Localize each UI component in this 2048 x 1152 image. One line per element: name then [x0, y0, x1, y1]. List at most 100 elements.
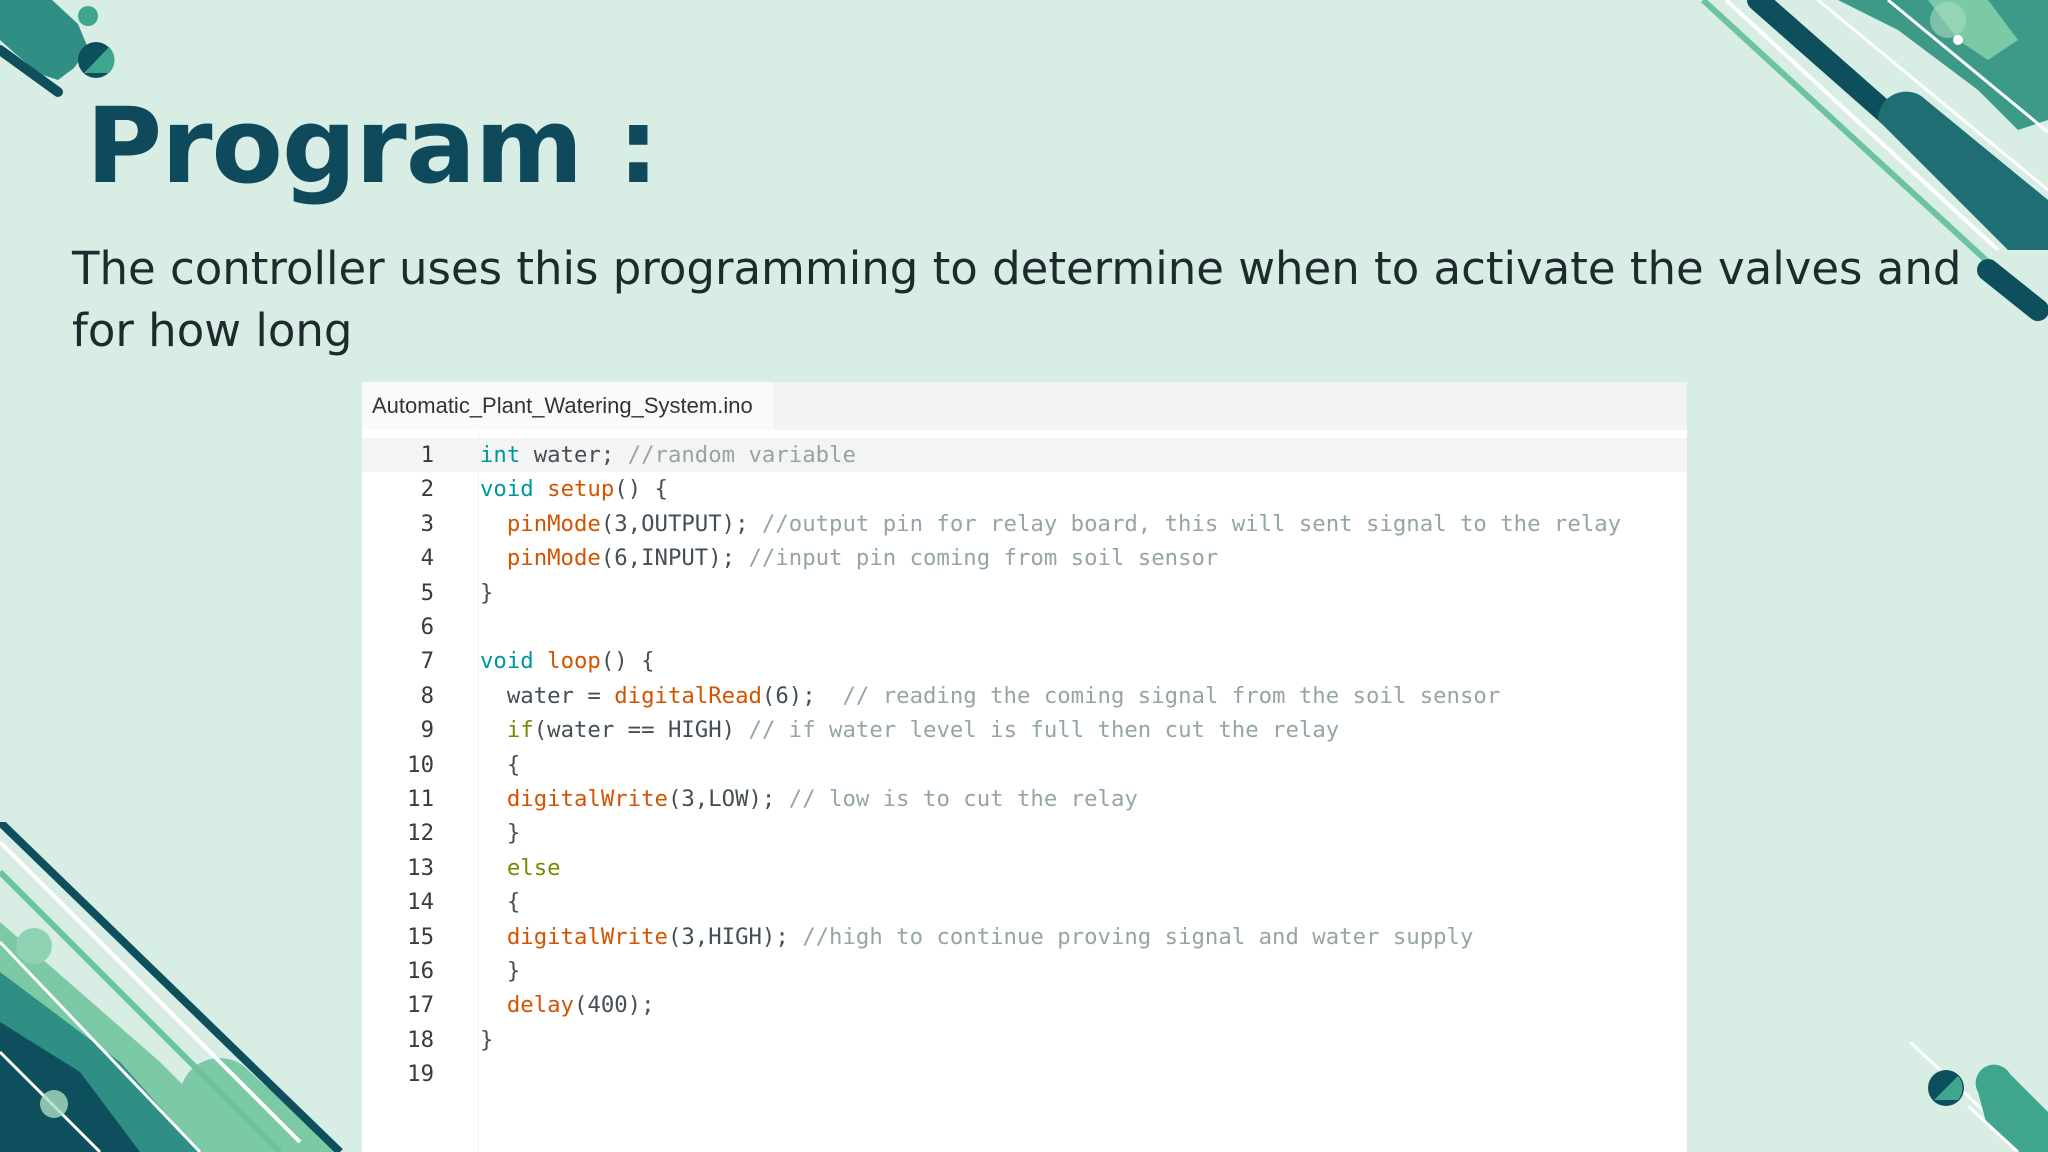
- code-line[interactable]: 13 else: [362, 851, 1687, 885]
- line-code: void setup() {: [480, 472, 668, 506]
- code-editor-screenshot: Automatic_Plant_Watering_System.ino 1 int…: [362, 382, 1687, 1152]
- code-token: setup: [547, 476, 615, 503]
- code-token: // low is to cut the relay: [788, 786, 1138, 812]
- code-token: (3,LOW);: [667, 786, 789, 812]
- line-code: digitalWrite(3,LOW); // low is to cut th…: [480, 782, 1138, 816]
- code-line[interactable]: 14 {: [362, 885, 1687, 919]
- code-line[interactable]: 18}: [362, 1023, 1687, 1057]
- code-token: (3,HIGH);: [667, 923, 803, 950]
- line-code: void loop() {: [480, 644, 655, 678]
- line-number: 7: [420, 648, 434, 675]
- editor-tab-bar: Automatic_Plant_Watering_System.ino: [362, 382, 1687, 430]
- code-token: water;: [520, 442, 628, 468]
- code-token: digitalRead: [614, 682, 762, 709]
- slide-description: The controller uses this programming to …: [72, 242, 1962, 357]
- line-code: }: [480, 954, 520, 988]
- code-line[interactable]: 7 void loop() {: [362, 644, 1687, 678]
- code-token: (6);: [761, 682, 843, 709]
- line-code: water = digitalRead(6); // reading the c…: [480, 679, 1500, 713]
- line-code: }: [480, 576, 493, 610]
- code-token: int: [480, 442, 521, 468]
- line-code: }: [480, 1023, 493, 1057]
- code-token: () {: [614, 476, 668, 503]
- code-token: }: [480, 1026, 494, 1053]
- code-token: }: [480, 958, 521, 984]
- code-line[interactable]: 15 digitalWrite(3,HIGH); //high to conti…: [362, 920, 1687, 954]
- code-token: (water == HIGH): [533, 717, 749, 744]
- code-token: delay: [506, 992, 574, 1019]
- line-number: 12: [407, 820, 434, 847]
- line-number: 15: [407, 923, 434, 950]
- line-number: 13: [407, 854, 434, 881]
- code-line[interactable]: 6: [362, 610, 1687, 644]
- code-area: 1 int water; //random variable 2 void setup…: [362, 430, 1687, 1152]
- code-token: {: [480, 751, 521, 778]
- code-token: // if water level is full then cut the r…: [748, 717, 1340, 744]
- code-line[interactable]: 9 if(water == HIGH) // if water level is…: [362, 713, 1687, 747]
- code-token: {: [480, 889, 521, 916]
- code-line[interactable]: 1 int water; //random variable: [362, 438, 1687, 472]
- line-number: 3: [420, 510, 434, 537]
- line-number: 11: [407, 786, 434, 812]
- code-line[interactable]: 16 }: [362, 954, 1687, 988]
- line-number: 16: [407, 958, 434, 984]
- code-token: digitalWrite: [506, 923, 668, 950]
- code-token: }: [480, 820, 521, 847]
- code-token: else: [506, 854, 561, 881]
- code-line[interactable]: 11 digitalWrite(3,LOW); // low is to cut…: [362, 782, 1687, 816]
- line-code: if(water == HIGH) // if water level is f…: [480, 713, 1339, 747]
- line-code: digitalWrite(3,HIGH); //high to continue…: [480, 920, 1474, 954]
- line-code: delay(400);: [480, 988, 655, 1022]
- line-number: 17: [407, 992, 434, 1019]
- code-token: void: [480, 648, 534, 675]
- line-number: 4: [420, 545, 434, 572]
- code-token: loop: [547, 648, 601, 675]
- line-number: 2: [420, 476, 434, 503]
- code-token: }: [480, 579, 494, 606]
- line-code: int water; //random variable: [480, 438, 856, 472]
- code-line[interactable]: 5}: [362, 576, 1687, 610]
- code-token: //random variable: [627, 442, 856, 468]
- line-number: 19: [407, 1061, 434, 1088]
- code-token: (400);: [573, 992, 655, 1019]
- line-number: 18: [407, 1026, 434, 1053]
- code-token: digitalWrite: [506, 786, 668, 812]
- slide-title: Program :: [86, 85, 659, 207]
- line-number: 14: [407, 889, 434, 916]
- code-token: void: [480, 476, 534, 503]
- code-line[interactable]: 4 pinMode(6,INPUT); //input pin coming f…: [362, 541, 1687, 575]
- line-number: 8: [420, 682, 434, 709]
- line-number: 6: [420, 614, 434, 640]
- bottom-right-decoration: [1908, 1042, 2048, 1152]
- code-token: () {: [600, 648, 655, 675]
- code-line[interactable]: 10 {: [362, 748, 1687, 782]
- code-line[interactable]: 2 void setup() {: [362, 472, 1687, 506]
- code-token: pinMode: [506, 545, 601, 572]
- code-token: //output pin for relay board, this will …: [761, 510, 1622, 537]
- line-code: else: [480, 851, 561, 885]
- code-line[interactable]: 8 water = digitalRead(6); // reading the…: [362, 679, 1687, 713]
- code-line[interactable]: 17 delay(400);: [362, 988, 1687, 1022]
- code-token: (3,OUTPUT);: [600, 510, 762, 537]
- file-tab[interactable]: Automatic_Plant_Watering_System.ino: [362, 382, 773, 430]
- line-number: 10: [407, 751, 434, 778]
- line-code: }: [480, 816, 520, 850]
- line-code: pinMode(3,OUTPUT); //output pin for rela…: [480, 507, 1621, 541]
- code-line[interactable]: 3 pinMode(3,OUTPUT); //output pin for re…: [362, 507, 1687, 541]
- code-token: (6,INPUT);: [600, 545, 749, 572]
- code-line[interactable]: 12 }: [362, 816, 1687, 850]
- code-token: //high to continue proving signal and wa…: [802, 923, 1474, 950]
- code-line[interactable]: 19: [362, 1057, 1687, 1091]
- line-code: {: [480, 885, 520, 919]
- line-code: {: [480, 748, 520, 782]
- code-token: if: [506, 717, 534, 744]
